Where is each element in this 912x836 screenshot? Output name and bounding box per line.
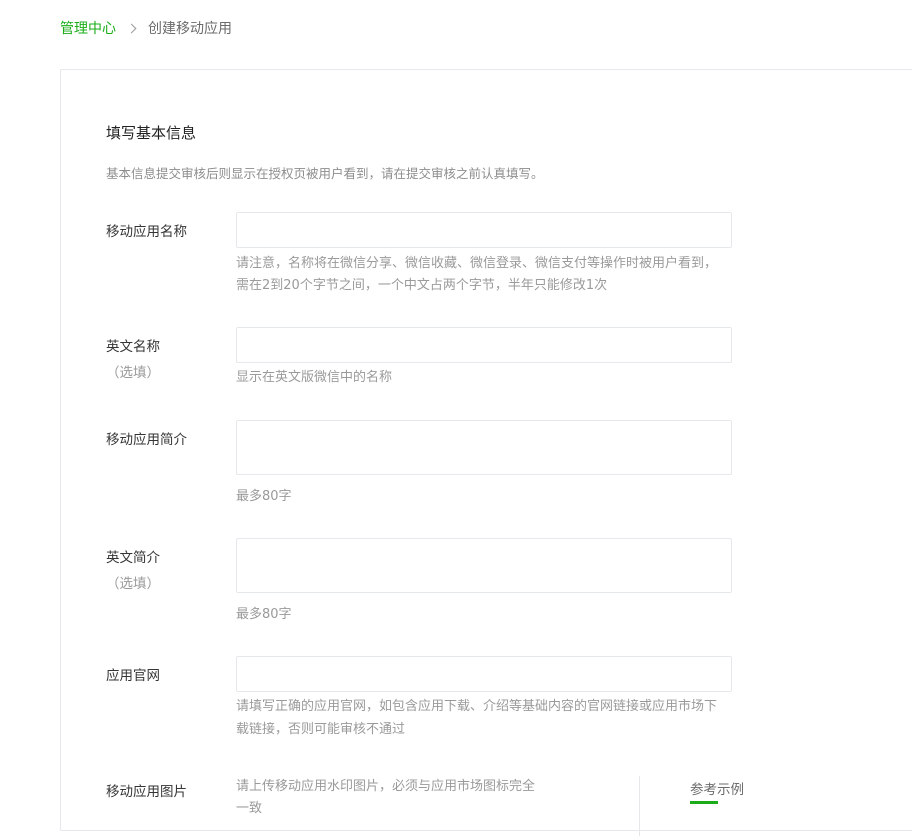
app-intro-textarea[interactable]: [236, 420, 732, 475]
app-intro-tip: 最多80字: [236, 489, 292, 504]
chevron-right-icon: [126, 23, 137, 33]
english-name-input[interactable]: [236, 327, 732, 363]
app-name-tip-line1: 请注意，名称将在微信分享、微信收藏、微信登录、微信支付等操作时被用户看到，: [236, 256, 718, 271]
website-tip-line2: 载链接，否则可能审核不通过: [236, 722, 406, 737]
website-label: 应用官网: [106, 668, 160, 684]
english-intro-tip: 最多80字: [236, 607, 292, 622]
english-name-label: 英文名称: [106, 339, 160, 355]
english-intro-label: 英文简介: [106, 550, 160, 566]
section-title: 填写基本信息: [106, 124, 197, 142]
reference-example-tab[interactable]: 参考示例: [690, 778, 744, 798]
app-image-tip-line2: 一致: [236, 801, 263, 816]
english-intro-optional-label: （选填）: [106, 576, 160, 592]
app-image-tip-line1: 请上传移动应用水印图片，必须与应用市场图标完全: [236, 779, 536, 794]
app-name-input[interactable]: [236, 212, 732, 248]
app-name-label: 移动应用名称: [106, 224, 187, 240]
breadcrumb-current: 创建移动应用: [148, 21, 232, 37]
breadcrumb-home-link[interactable]: 管理中心: [60, 18, 116, 38]
website-tip-line1: 请填写正确的应用官网，如包含应用下载、介绍等基础内容的官网链接或应用市场下: [236, 699, 718, 714]
form-panel: 填写基本信息 基本信息提交审核后则显示在授权页被用户看到，请在提交审核之前认真填…: [60, 69, 912, 836]
section-description: 基本信息提交审核后则显示在授权页被用户看到，请在提交审核之前认真填写。: [106, 166, 544, 181]
vertical-divider: [639, 776, 640, 836]
app-intro-label: 移动应用简介: [106, 432, 187, 448]
english-name-optional-label: （选填）: [106, 365, 160, 381]
app-image-label: 移动应用图片: [106, 784, 187, 800]
breadcrumb: 管理中心 创建移动应用: [60, 18, 232, 38]
english-name-tip: 显示在英文版微信中的名称: [236, 370, 393, 385]
app-name-tip-line2: 需在2到20个字节之间，一个中文占两个字节，半年只能修改1次: [236, 278, 608, 293]
reference-tab-active-indicator: [690, 801, 718, 804]
english-intro-textarea[interactable]: [236, 538, 732, 593]
website-input[interactable]: [236, 656, 732, 692]
